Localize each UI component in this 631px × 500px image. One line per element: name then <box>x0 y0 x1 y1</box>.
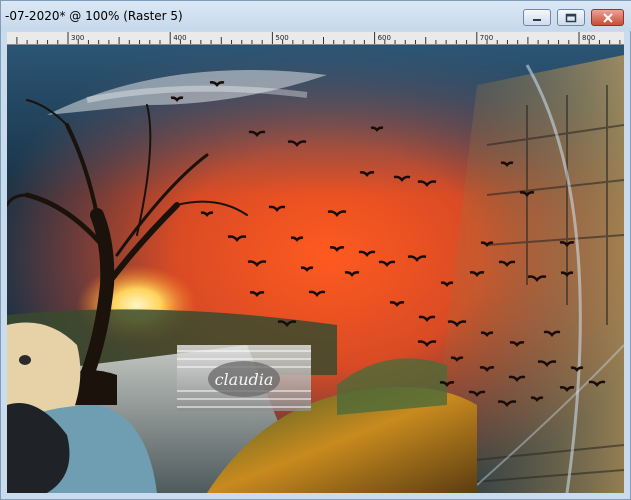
image-window: -07-2020* @ 100% (Raster 5) 300 400 500 600… <box>0 0 631 500</box>
ruler-label: 300 <box>71 34 84 42</box>
image-canvas[interactable]: claudia <box>7 45 624 493</box>
close-button[interactable] <box>591 9 624 26</box>
ruler-label: 400 <box>173 34 186 42</box>
maximize-button[interactable] <box>557 9 585 26</box>
close-icon <box>602 12 613 23</box>
ruler-label: 500 <box>275 34 288 42</box>
ruler-label: 600 <box>378 34 391 42</box>
window-title: -07-2020* @ 100% (Raster 5) <box>5 9 183 23</box>
horizontal-ruler[interactable]: 300 400 500 600 700 800 <box>7 32 624 45</box>
ruler-label: 800 <box>582 34 595 42</box>
title-bar[interactable]: -07-2020* @ 100% (Raster 5) <box>1 1 631 31</box>
minimize-icon <box>533 18 541 21</box>
watermark-logo: claudia <box>177 345 311 411</box>
ruler-label: 700 <box>480 34 493 42</box>
maximize-icon <box>565 13 577 22</box>
minimize-button[interactable] <box>523 9 551 26</box>
watermark-text: claudia <box>215 370 274 389</box>
